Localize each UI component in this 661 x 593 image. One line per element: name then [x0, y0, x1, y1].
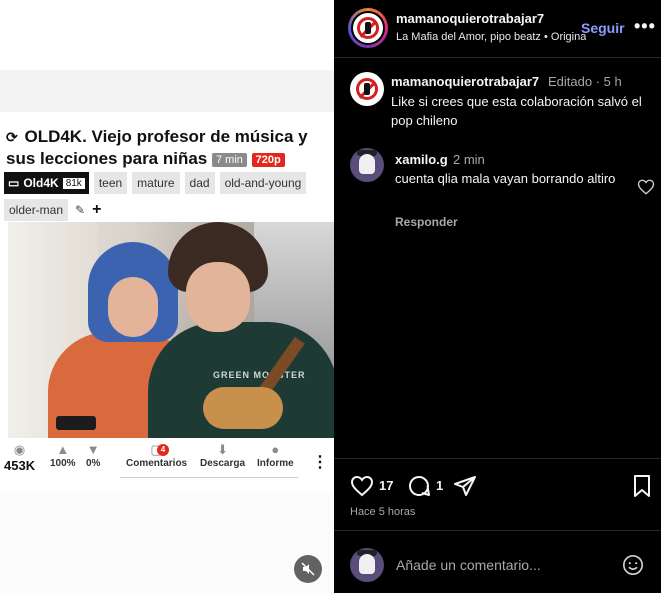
comment-count: 1	[436, 478, 444, 493]
person-icon	[365, 22, 371, 34]
speaker-muted-icon	[301, 562, 315, 576]
tag-row: ▭ Old4K 81k teen mature dad old-and-youn…	[4, 172, 330, 221]
caption-avatar[interactable]	[350, 72, 384, 106]
person-icon	[364, 83, 370, 95]
phone	[56, 416, 96, 430]
pencil-icon: ✎	[75, 203, 86, 217]
media-top-area	[0, 0, 334, 70]
audio-attribution[interactable]: La Mafia del Amor, pipo beatz • Original…	[396, 31, 586, 43]
emoji-icon[interactable]	[622, 554, 644, 576]
channel-subs: 81k	[62, 177, 85, 189]
comment-like-heart-icon[interactable]	[637, 178, 655, 196]
like-percent: 100%	[50, 458, 76, 469]
comment-time: 2 min	[453, 152, 485, 167]
post-panel: mamanoquierotrabajar7 La Mafia del Amor,…	[334, 0, 661, 593]
commenter-avatar[interactable]	[350, 148, 384, 182]
comment-username[interactable]: xamilo.g	[395, 152, 448, 167]
tag: dad	[184, 172, 215, 194]
caption-text: Like si crees que esta colaboración salv…	[391, 94, 642, 128]
tag: older-man	[4, 199, 69, 221]
video-frame: GREEN MONSTER	[8, 222, 334, 438]
post-media[interactable]: ⟳ OLD4K. Viejo profesor de música y sus …	[0, 0, 334, 593]
footer-divider	[334, 530, 661, 531]
author-username[interactable]: mamanoquierotrabajar7	[396, 11, 544, 26]
bookmark-icon[interactable]	[630, 474, 654, 498]
tv-icon: ▭	[8, 176, 20, 190]
dislike-stat: ▼ 0%	[86, 442, 100, 469]
media-band	[0, 70, 334, 112]
plus-icon: +	[92, 201, 102, 218]
tag: mature	[132, 172, 180, 194]
mute-toggle-button[interactable]	[294, 555, 322, 583]
download-icon: ⬇	[217, 442, 228, 457]
post-header: mamanoquierotrabajar7 La Mafia del Amor,…	[334, 0, 661, 58]
duration-badge: 7 min	[212, 152, 247, 167]
comment-text: cuenta qlia mala vayan borrando altiro	[395, 171, 616, 186]
add-comment-input[interactable]: Añade un comentario...	[396, 557, 541, 573]
instagram-post-view: ⟳ OLD4K. Viejo profesor de música y sus …	[0, 0, 661, 593]
comment-bubble-icon[interactable]	[407, 474, 431, 498]
comments-label: Comentarios	[126, 458, 188, 469]
skull-icon	[359, 554, 375, 574]
share-paper-plane-icon[interactable]	[453, 474, 477, 498]
like-heart-icon[interactable]	[350, 474, 374, 498]
skull-icon	[359, 154, 375, 174]
shirt-text: GREEN MONSTER	[213, 370, 306, 380]
dislike-percent: 0%	[86, 458, 101, 469]
comments-stat: ▢ 4 Comentarios	[126, 442, 187, 469]
channel-name: Old4K	[23, 176, 59, 190]
download-stat: ⬇ Descarga	[200, 442, 245, 469]
kebab-menu-icon: ⋮	[312, 454, 328, 471]
person-right-face	[186, 262, 250, 332]
tag: old-and-young	[219, 172, 307, 194]
report-stat: ● Informe	[257, 442, 294, 469]
download-label: Descarga	[200, 458, 246, 469]
video-title: ⟳ OLD4K. Viejo profesor de música y sus …	[6, 126, 330, 170]
more-options-icon[interactable]: •••	[634, 16, 656, 37]
alert-icon: ●	[271, 442, 280, 457]
person-left-face	[108, 277, 158, 337]
author-avatar[interactable]	[351, 11, 385, 45]
views-stat: ◉ 453K	[4, 442, 35, 473]
report-label: Informe	[257, 458, 294, 469]
follow-button[interactable]: Seguir	[581, 20, 625, 36]
caption-meta: Editado · 5 h	[548, 74, 622, 89]
caption-username[interactable]: mamanoquierotrabajar7	[391, 74, 539, 89]
reply-button[interactable]: Responder	[395, 215, 458, 229]
refresh-icon: ⟳	[6, 129, 18, 145]
thumbs-up-icon: ▲	[56, 442, 70, 457]
quality-badge: 720p	[251, 152, 285, 167]
ukulele	[203, 387, 283, 429]
post-time: Hace 5 horas	[350, 506, 416, 518]
thumbs-down-icon: ▼	[86, 442, 100, 457]
views-count: 453K	[4, 458, 36, 473]
like-count[interactable]: 17	[379, 478, 393, 493]
eye-icon: ◉	[13, 442, 26, 457]
like-stat: ▲ 100%	[50, 442, 76, 469]
comments-badge: 4	[157, 444, 169, 456]
current-user-avatar	[350, 548, 384, 582]
channel-badge: ▭ Old4K 81k	[4, 172, 89, 194]
tag: teen	[93, 172, 128, 194]
stats-underline	[120, 477, 298, 478]
actions-divider	[334, 458, 661, 459]
